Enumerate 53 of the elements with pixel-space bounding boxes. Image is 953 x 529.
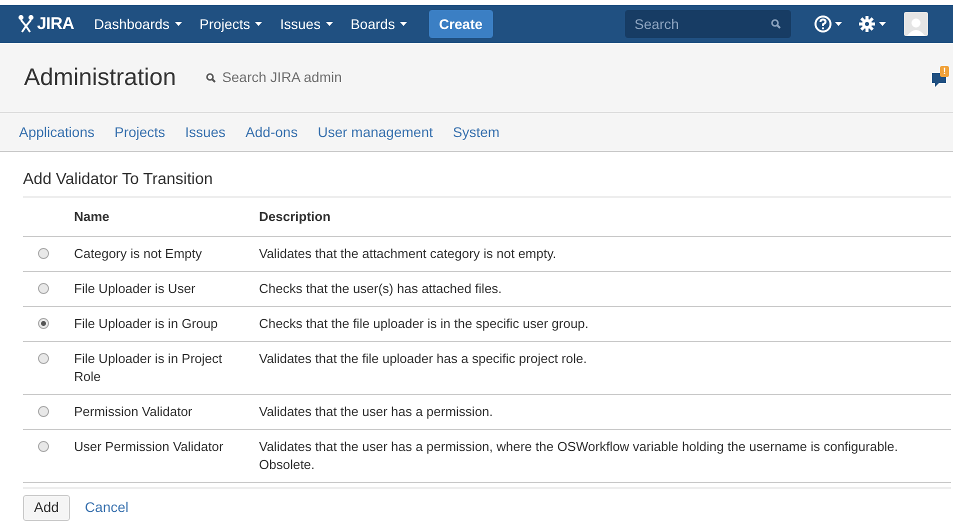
caret-icon: [834, 22, 842, 26]
logo-text[interactable]: JIRA: [37, 11, 74, 37]
validator-description: Validates that the file uploader has a specific project role.: [259, 350, 587, 366]
radio-button[interactable]: [38, 352, 49, 364]
admin-tab[interactable]: System: [452, 122, 500, 142]
help-menu[interactable]: [814, 15, 842, 33]
section-title: Add Validator To Transition: [23, 168, 951, 198]
validator-description: Validates that the attachment category is not empty.: [259, 246, 556, 260]
radio-button[interactable]: [38, 406, 49, 416]
nav-menu[interactable]: Dashboards: [94, 14, 182, 34]
logo-icon[interactable]: [18, 15, 34, 33]
validator-name: File Uploader is in Group: [74, 316, 218, 330]
radio-button[interactable]: [38, 282, 49, 294]
validator-name: User Permission Validator: [74, 438, 224, 454]
add-button[interactable]: Add: [23, 494, 70, 520]
search-icon: [770, 19, 781, 29]
validator-description: Checks that the user(s) has attached files.: [259, 280, 502, 296]
admin-tab[interactable]: User management: [318, 122, 433, 142]
validator-name: Category is not Empty: [74, 246, 202, 260]
validator-description: Checks that the file uploader is in the specific user group.: [259, 316, 589, 330]
create-button[interactable]: Create: [428, 10, 493, 38]
caret-icon: [326, 22, 333, 26]
radio-button[interactable]: [38, 318, 49, 328]
column-header: Description: [259, 198, 951, 236]
admin-tab[interactable]: Projects: [114, 122, 166, 142]
search-field[interactable]: Search: [624, 10, 791, 38]
nav-menu[interactable]: Issues: [280, 14, 333, 34]
avatar-icon[interactable]: [904, 12, 928, 36]
column-header: Name: [74, 198, 259, 236]
nav-menu[interactable]: Projects: [200, 14, 262, 34]
caret-icon: [174, 22, 182, 26]
validator-name: File Uploader is User: [74, 280, 196, 296]
caret-icon: [255, 22, 262, 26]
nav-menu[interactable]: Boards: [350, 14, 407, 34]
help-icon: [814, 15, 832, 33]
caret-icon: [878, 22, 886, 26]
caret-icon: [400, 22, 407, 26]
validator-name: Permission Validator: [74, 404, 192, 418]
settings-menu[interactable]: [858, 15, 886, 33]
radio-button[interactable]: [38, 248, 49, 258]
notification-badge: !: [940, 66, 949, 76]
admin-tab[interactable]: Add-ons: [246, 122, 298, 142]
validator-description: Validates that the user has a permission.: [259, 404, 493, 418]
admin-search-field[interactable]: Search JIRA admin: [206, 67, 342, 88]
settings-icon: [858, 15, 876, 33]
page-title: Administration: [24, 62, 176, 92]
radio-button[interactable]: [38, 440, 49, 452]
cancel-link[interactable]: Cancel: [84, 497, 129, 518]
validator-description: Validates that the user has a permission, where the OSWorkflow variable holding the username is configurable. Obsolete.: [259, 438, 898, 472]
search-icon: [206, 72, 216, 82]
validator-name: File Uploader is in Project Role: [74, 350, 222, 384]
admin-tab[interactable]: Issues: [185, 122, 226, 142]
admin-tab[interactable]: Applications: [19, 122, 94, 142]
